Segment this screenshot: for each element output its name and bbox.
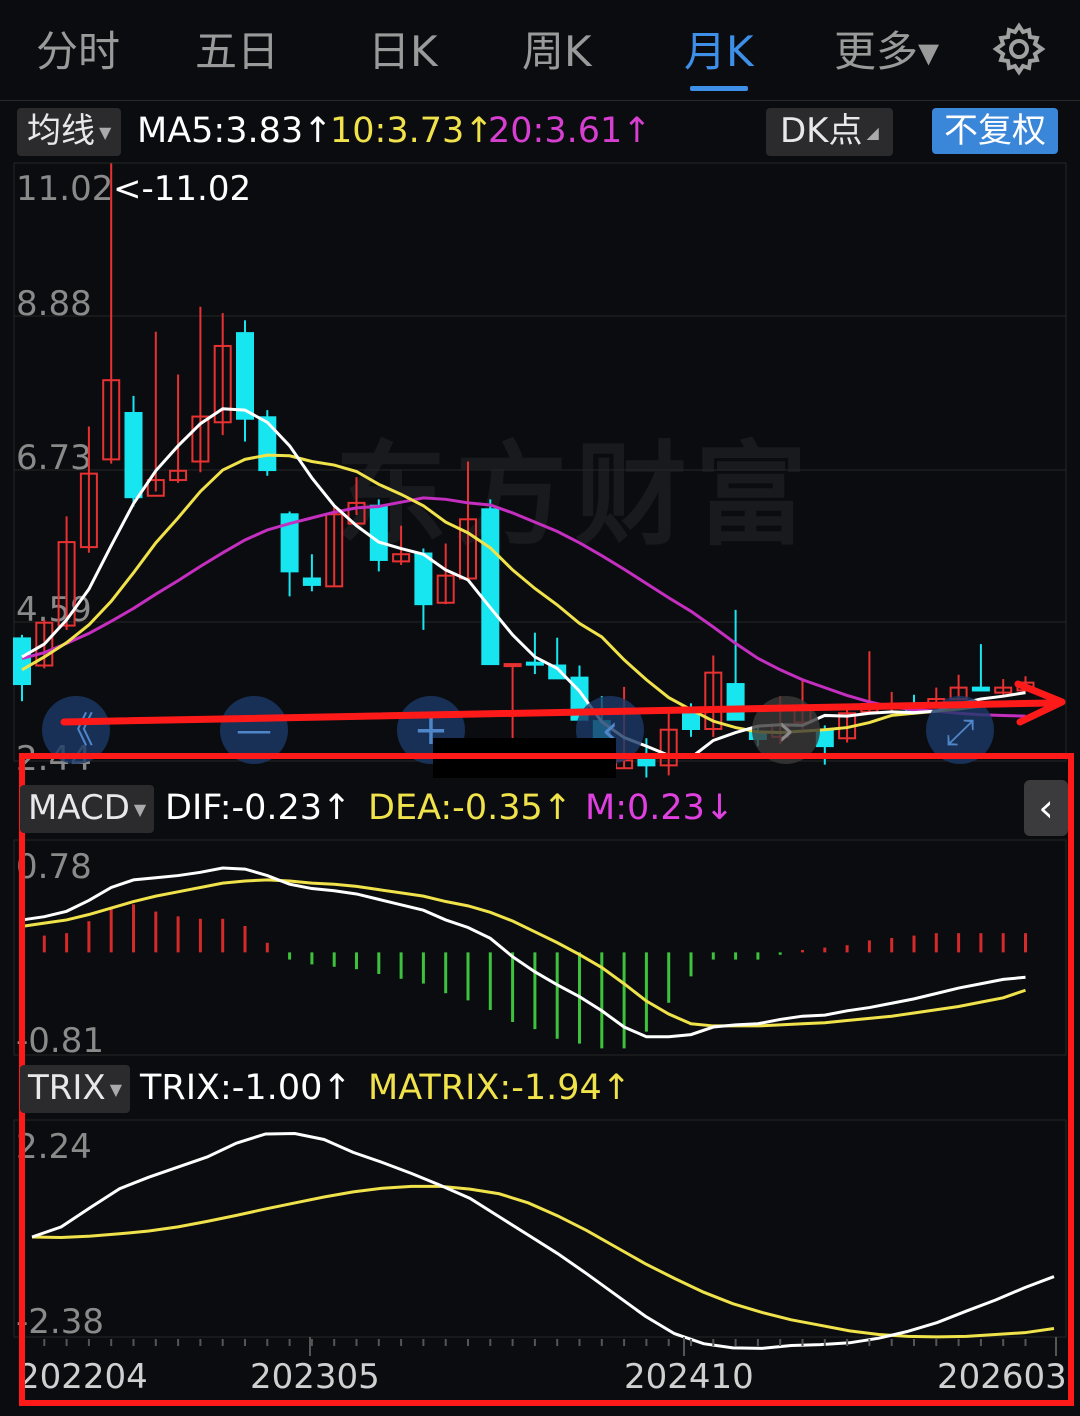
kline-max-label: <-11.02 bbox=[113, 169, 251, 209]
dea-line bbox=[21, 878, 1026, 1028]
kline-y-tick: 8.88 bbox=[16, 284, 92, 324]
candle-body bbox=[369, 504, 388, 561]
candle-body bbox=[236, 332, 254, 420]
trix-y-tick: 2.24 bbox=[16, 1127, 92, 1167]
macd-y-tick: -0.81 bbox=[16, 1021, 104, 1061]
kline-y-tick: 6.73 bbox=[16, 438, 92, 478]
kline-y-tick: 4.59 bbox=[16, 590, 92, 630]
candle-body bbox=[481, 508, 500, 666]
dea-value: DEA:-0.35↑ bbox=[368, 788, 573, 828]
double-chevron-left-icon: 《 bbox=[58, 710, 94, 751]
x-axis-ticks bbox=[21, 1337, 1057, 1356]
annotation-arrow bbox=[60, 680, 1066, 726]
x-axis-label: 202603 bbox=[937, 1357, 1067, 1397]
expand-icon: ⤢ bbox=[946, 712, 975, 753]
trix-select-label: TRIX bbox=[28, 1068, 106, 1108]
x-axis-label: 202204 bbox=[18, 1357, 148, 1397]
candle-body bbox=[13, 637, 31, 686]
candle-body bbox=[414, 552, 433, 606]
candle-body bbox=[971, 686, 990, 692]
candle-body bbox=[258, 416, 277, 472]
kline-y-tick: 11.02 bbox=[16, 169, 113, 209]
chevron-down-icon: ▼ bbox=[133, 799, 147, 819]
matrix-value: MATRIX:-1.94↑ bbox=[368, 1068, 632, 1108]
trix-value: TRIX:-1.00↑ bbox=[140, 1068, 352, 1108]
macd-select-label: MACD bbox=[28, 788, 130, 828]
chevron-left-icon: ‹ bbox=[1038, 786, 1054, 830]
ma10-line bbox=[21, 453, 1026, 735]
chart-canvas[interactable]: 11.02 <-11.02 8.88 6.73 4.59 2.44 《 — + … bbox=[0, 0, 1080, 1416]
candle-body bbox=[726, 683, 745, 721]
dif-value: DIF:-0.23↑ bbox=[165, 788, 352, 828]
x-axis-label: 202305 bbox=[250, 1357, 380, 1397]
ma20-line bbox=[21, 496, 1026, 718]
candle-body bbox=[503, 663, 522, 668]
chevron-down-icon: ▼ bbox=[109, 1079, 123, 1099]
trix-indicator-select[interactable]: TRIX ▼ bbox=[20, 1065, 131, 1113]
candle-body bbox=[124, 412, 143, 499]
x-axis-label: 202410 bbox=[624, 1357, 754, 1397]
side-panel-toggle[interactable]: ‹ bbox=[1024, 780, 1068, 836]
chevron-right-icon: › bbox=[777, 705, 795, 756]
trix-line bbox=[31, 1131, 1055, 1350]
matrix-line bbox=[31, 1184, 1055, 1339]
macd-y-tick: 0.78 bbox=[16, 847, 92, 887]
macd-indicator-select[interactable]: MACD ▼ bbox=[20, 785, 155, 833]
candle-body bbox=[302, 577, 321, 586]
m-value: M:0.23↓ bbox=[585, 788, 735, 828]
candle-body bbox=[525, 661, 544, 666]
trix-y-tick: -2.38 bbox=[16, 1302, 104, 1342]
